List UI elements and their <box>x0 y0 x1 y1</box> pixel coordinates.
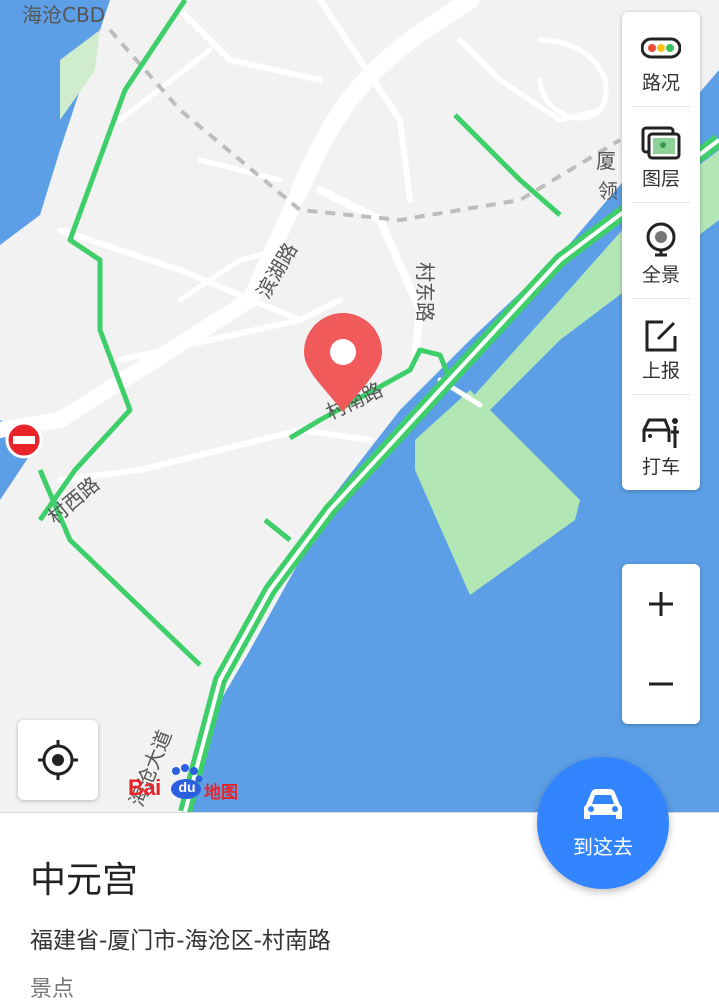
place-address: 福建省-厦门市-海沧区-村南路 <box>30 928 331 954</box>
district-label: 海沧CBD <box>22 3 105 27</box>
logo-du: du <box>178 779 196 795</box>
taxi-label: 打车 <box>641 456 680 478</box>
logo-bai: Bai <box>128 775 161 800</box>
report-label: 上报 <box>641 360 680 382</box>
baidu-map-logo: Bai du 地图 <box>128 763 244 803</box>
map-svg[interactable]: 海沧CBD 滨湖路 村东路 村南路 村西路 海沧大道 厦 领 <box>0 0 719 812</box>
panorama-label: 全景 <box>641 264 680 286</box>
car-icon <box>584 789 622 819</box>
taxi-icon <box>642 418 679 448</box>
crosshair-icon <box>38 740 78 780</box>
traffic-button[interactable]: 路况 <box>622 12 700 106</box>
go-there-button[interactable]: 到这去 <box>537 757 669 889</box>
layers-button[interactable]: 图层 <box>622 108 700 202</box>
road-label-xiamen-2: 领 <box>598 179 618 203</box>
zoom-out-button[interactable] <box>622 644 700 724</box>
divider <box>632 394 690 395</box>
place-category: 景点 <box>30 977 75 1002</box>
minus-icon <box>649 682 673 686</box>
report-button[interactable]: 上报 <box>622 300 700 394</box>
plus-icon <box>649 592 673 616</box>
place-title: 中元宫 <box>30 860 139 901</box>
divider <box>632 202 690 203</box>
zoom-in-button[interactable] <box>622 564 700 644</box>
panorama-pin-icon <box>646 222 676 257</box>
edit-icon <box>645 320 677 352</box>
layers-icon <box>641 126 681 160</box>
zoom-controls <box>622 564 700 724</box>
panorama-button[interactable]: 全景 <box>622 204 700 298</box>
traffic-light-icon <box>641 37 681 59</box>
logo-map-text: 地图 <box>204 783 238 803</box>
taxi-button[interactable]: 打车 <box>622 396 700 490</box>
locate-button[interactable] <box>18 720 98 800</box>
map-tools-panel: 路况 图层 全景 上报 打车 <box>622 12 700 490</box>
road-label-cundong: 村东路 <box>413 262 437 322</box>
map-canvas[interactable]: 海沧CBD 滨湖路 村东路 村南路 村西路 海沧大道 厦 领 <box>0 0 719 812</box>
divider <box>632 106 690 107</box>
no-entry-icon <box>5 421 43 459</box>
traffic-label: 路况 <box>641 72 680 94</box>
go-there-label: 到这去 <box>573 835 633 859</box>
divider <box>632 298 690 299</box>
layers-label: 图层 <box>641 168 680 190</box>
road-label-xiamen-1: 厦 <box>596 149 616 173</box>
